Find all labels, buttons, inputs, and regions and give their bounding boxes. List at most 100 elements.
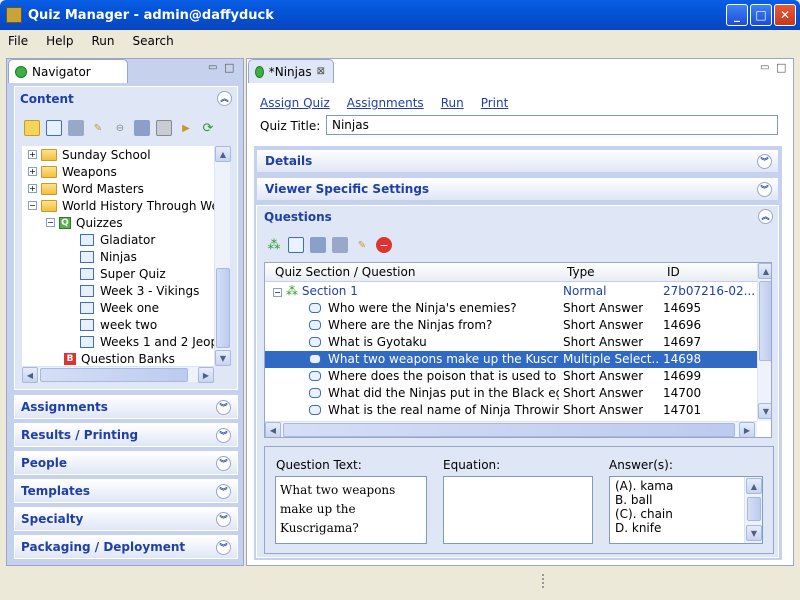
equation-field[interactable] <box>443 476 593 544</box>
add-question-icon[interactable] <box>288 237 304 253</box>
section-results-printing[interactable]: Results / Printing ︾ <box>14 423 238 447</box>
expand-icon[interactable]: ︾ <box>216 540 231 555</box>
run-icon[interactable]: ▶ <box>178 120 194 136</box>
section-row[interactable]: − ⁂ Section 1 Normal 27b07216-02... <box>265 283 757 300</box>
expand-icon[interactable]: ︾ <box>216 400 231 415</box>
tree-item[interactable]: + Weapons <box>28 163 117 180</box>
add-media-icon[interactable] <box>310 237 326 253</box>
table-row[interactable]: Where are the Ninjas from? Short Answer … <box>265 317 757 334</box>
assign-quiz-link[interactable]: Assign Quiz <box>260 96 330 110</box>
close-tab-icon[interactable]: ⊠ <box>317 66 325 77</box>
edit-question-icon[interactable]: ✎ <box>354 237 370 253</box>
tree-item[interactable]: B Question Banks <box>64 350 175 366</box>
scroll-down-icon[interactable]: ▼ <box>215 350 231 366</box>
print-link[interactable]: Print <box>481 96 509 110</box>
table-row[interactable]: Who were the Ninja's enemies? Short Answ… <box>265 300 757 317</box>
table-row-selected[interactable]: What two weapons make up the Kuscriga Mu… <box>265 351 757 368</box>
column-header-type[interactable]: Type <box>567 265 595 279</box>
section-specialty[interactable]: Specialty ︾ <box>14 507 238 531</box>
menu-search[interactable]: Search <box>130 34 175 48</box>
scroll-thumb[interactable] <box>283 423 735 437</box>
view-minimize-icon[interactable]: ▭ <box>208 62 217 73</box>
view-minimize-icon[interactable]: ▭ <box>760 62 769 73</box>
expand-icon[interactable]: ︾ <box>216 512 231 527</box>
properties-icon[interactable] <box>134 120 150 136</box>
remove-question-icon[interactable]: − <box>376 237 392 253</box>
table-row[interactable]: What is Gyotaku Short Answer 14697 <box>265 334 757 351</box>
expand-icon[interactable]: ︾ <box>216 456 231 471</box>
tree-item[interactable]: + Word Masters <box>28 180 144 197</box>
table-row[interactable]: Where does the poison that is used to ma… <box>265 368 757 385</box>
minimize-button[interactable]: _ <box>726 4 748 26</box>
section-people[interactable]: People ︾ <box>14 451 238 475</box>
import-questions-icon[interactable] <box>332 237 348 253</box>
answers-scrollbar[interactable]: ▲ ▼ <box>744 477 762 543</box>
tree-item[interactable]: Gladiator <box>80 231 155 248</box>
tree-horizontal-scrollbar[interactable]: ◀ ▶ <box>22 366 214 383</box>
answer-item[interactable]: (C). chain <box>615 507 673 521</box>
tree-item[interactable]: − Q Quizzes <box>46 214 123 231</box>
new-folder-icon[interactable] <box>24 120 40 136</box>
assignments-link[interactable]: Assignments <box>347 96 424 110</box>
scroll-left-icon[interactable]: ◀ <box>265 422 281 437</box>
add-section-icon[interactable]: ⁂ <box>266 237 282 253</box>
tree-item[interactable]: + Sunday School <box>28 146 151 163</box>
quiz-title-input[interactable]: Ninjas <box>326 115 778 135</box>
menu-file[interactable]: File <box>6 34 30 48</box>
navigator-tab[interactable]: Navigator <box>8 59 128 83</box>
scroll-thumb[interactable] <box>40 368 188 382</box>
scroll-up-icon[interactable]: ▲ <box>758 263 771 279</box>
scroll-up-icon[interactable]: ▲ <box>215 146 231 162</box>
column-header-question[interactable]: Quiz Section / Question <box>275 265 415 279</box>
scroll-right-icon[interactable]: ▶ <box>198 367 214 383</box>
expand-icon[interactable]: ︾ <box>216 484 231 499</box>
tree-item[interactable]: week two <box>80 316 157 333</box>
expand-icon[interactable]: ︾ <box>757 182 772 197</box>
import-icon[interactable] <box>68 120 84 136</box>
tree-vertical-scrollbar[interactable]: ▲ ▼ <box>214 146 231 366</box>
view-maximize-icon[interactable]: □ <box>224 61 234 74</box>
table-vertical-scrollbar[interactable]: ▲ ▼ <box>757 263 771 421</box>
section-packaging-deployment[interactable]: Packaging / Deployment ︾ <box>14 535 238 559</box>
tree-item[interactable]: Ninjas <box>80 248 137 265</box>
tree-item[interactable]: Week 3 - Vikings <box>80 282 199 299</box>
run-link[interactable]: Run <box>441 96 464 110</box>
view-maximize-icon[interactable]: □ <box>776 61 786 74</box>
answers-list[interactable]: (A). kama B. ball (C). chain D. knife ▲ … <box>609 476 763 544</box>
tree-item[interactable]: Super Quiz <box>80 265 166 282</box>
scroll-down-icon[interactable]: ▼ <box>746 525 762 541</box>
answer-item[interactable]: B. ball <box>615 493 673 507</box>
tree-item[interactable]: − World History Through We <box>28 197 214 214</box>
answer-item[interactable]: D. knife <box>615 521 673 535</box>
refresh-icon[interactable]: ⟳ <box>200 120 216 136</box>
table-row[interactable]: What is the real name of Ninja Throwing … <box>265 402 757 419</box>
section-assignments[interactable]: Assignments ︾ <box>14 395 238 419</box>
scroll-thumb[interactable] <box>747 497 761 521</box>
questions-section-header[interactable]: Questions ︽ <box>256 205 779 229</box>
table-horizontal-scrollbar[interactable]: ◀ ▶ <box>265 421 757 437</box>
scroll-right-icon[interactable]: ▶ <box>739 422 755 437</box>
expand-icon[interactable]: ︾ <box>216 428 231 443</box>
maximize-button[interactable]: □ <box>750 4 772 26</box>
menu-run[interactable]: Run <box>89 34 116 48</box>
viewer-settings-section-header[interactable]: Viewer Specific Settings ︾ <box>256 177 779 201</box>
question-text-field[interactable]: What two weapons make up the Kuscrigama? <box>275 476 427 544</box>
tree-item[interactable]: Week one <box>80 299 159 316</box>
scroll-left-icon[interactable]: ◀ <box>22 367 38 383</box>
table-row[interactable]: What did the Ninjas put in the Black egg… <box>265 385 757 402</box>
menu-help[interactable]: Help <box>44 34 75 48</box>
edit-icon[interactable]: ✎ <box>90 120 106 136</box>
details-section-header[interactable]: Details ︾ <box>256 149 779 173</box>
collapse-icon[interactable]: ︽ <box>758 209 773 224</box>
scroll-up-icon[interactable]: ▲ <box>746 478 762 494</box>
print-icon[interactable] <box>156 120 172 136</box>
scroll-thumb[interactable] <box>759 281 771 361</box>
section-templates[interactable]: Templates ︾ <box>14 479 238 503</box>
close-button[interactable]: ✕ <box>774 4 796 26</box>
scroll-thumb[interactable] <box>216 268 230 348</box>
tree-item[interactable]: Weeks 1 and 2 Jeop <box>80 333 214 350</box>
new-quiz-icon[interactable] <box>46 120 62 136</box>
collapse-icon[interactable]: ︽ <box>217 91 232 106</box>
editor-tab[interactable]: *Ninjas ⊠ <box>248 59 334 83</box>
expand-icon[interactable]: ︾ <box>757 154 772 169</box>
